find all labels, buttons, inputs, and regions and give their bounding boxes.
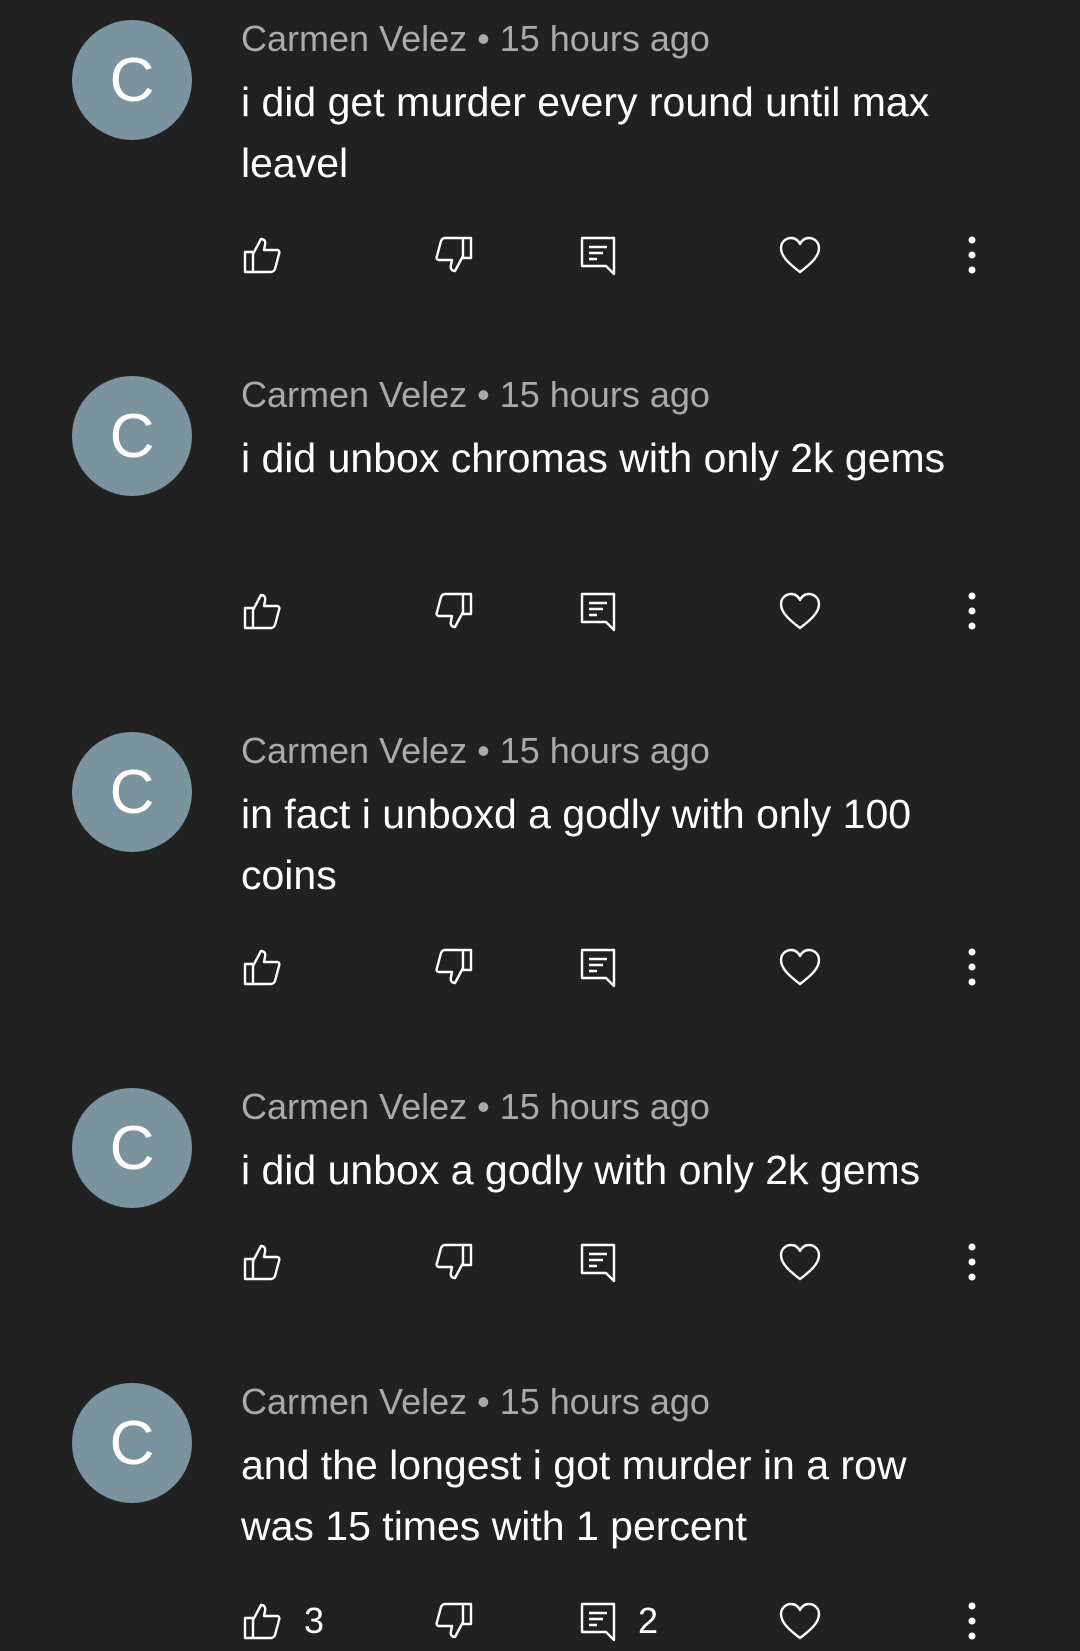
thumb-down-icon [435, 1243, 473, 1280]
comment-text: i did unbox a godly with only 2k gems [241, 1147, 921, 1193]
meta-separator: • [477, 374, 490, 415]
more-vertical-icon [968, 1243, 976, 1281]
meta-separator: • [477, 1086, 490, 1127]
thumb-up-icon [243, 593, 281, 630]
thumb-up-icon [243, 949, 281, 986]
comment-time: 15 hours ago [499, 1086, 710, 1127]
meta-separator: • [477, 1381, 490, 1422]
reply-comment-icon [580, 948, 616, 988]
thumb-down-icon [435, 236, 473, 273]
reply-button[interactable] [580, 937, 638, 997]
comment-actions: 3 2 [0, 1591, 1080, 1651]
heart-icon [779, 592, 821, 630]
heart-button[interactable] [778, 581, 822, 641]
reply-button[interactable] [580, 581, 638, 641]
heart-icon [779, 1243, 821, 1281]
thumb-down-icon [435, 1602, 473, 1639]
comment-actions [0, 225, 1080, 285]
heart-button[interactable] [778, 1232, 822, 1292]
avatar[interactable]: C [72, 1088, 192, 1208]
dislike-button[interactable] [434, 225, 474, 285]
more-options-button[interactable] [966, 581, 978, 641]
heart-button[interactable] [778, 937, 822, 997]
more-vertical-icon [968, 948, 976, 986]
reply-button[interactable]: 2 [580, 1591, 658, 1651]
reply-count: 2 [638, 1600, 659, 1641]
more-options-button[interactable] [966, 937, 978, 997]
thumb-up-icon [243, 1603, 281, 1640]
more-options-button[interactable] [966, 225, 978, 285]
meta-separator: • [477, 18, 490, 59]
heart-icon [779, 1602, 821, 1640]
author-name[interactable]: Carmen Velez [241, 374, 467, 415]
comment-meta: Carmen Velez • 15 hours ago [241, 1381, 710, 1423]
avatar[interactable]: C [72, 20, 192, 140]
author-name[interactable]: Carmen Velez [241, 730, 467, 771]
reply-comment-icon [580, 236, 616, 276]
like-button[interactable] [242, 937, 304, 997]
more-options-button[interactable] [966, 1232, 978, 1292]
comment-time: 15 hours ago [499, 374, 710, 415]
comment-meta: Carmen Velez • 15 hours ago [241, 730, 710, 772]
reply-button[interactable] [580, 1232, 638, 1292]
dislike-button[interactable] [434, 1591, 474, 1651]
comment-time: 15 hours ago [499, 730, 710, 771]
thumb-down-icon [435, 948, 473, 985]
reply-comment-icon [580, 1243, 616, 1283]
dislike-button[interactable] [434, 1232, 474, 1292]
comment-actions [0, 937, 1080, 997]
comment-meta: Carmen Velez • 15 hours ago [241, 18, 710, 60]
author-name[interactable]: Carmen Velez [241, 18, 467, 59]
like-button[interactable] [242, 581, 304, 641]
comment-time: 15 hours ago [499, 18, 710, 59]
author-name[interactable]: Carmen Velez [241, 1086, 467, 1127]
thumb-up-icon [243, 237, 281, 274]
thumb-up-icon [243, 1244, 281, 1281]
comment-meta: Carmen Velez • 15 hours ago [241, 1086, 710, 1128]
heart-icon [779, 236, 821, 274]
comment-text: and the longest i got murder in a row wa… [241, 1442, 907, 1549]
like-count: 3 [304, 1600, 325, 1641]
comment-actions [0, 581, 1080, 641]
reply-button[interactable] [580, 225, 638, 285]
comment-text: i did unbox chromas with only 2k gems [241, 435, 946, 481]
comment-text: i did get murder every round until max l… [241, 79, 930, 186]
more-vertical-icon [968, 236, 976, 274]
avatar[interactable]: C [72, 1383, 192, 1503]
more-vertical-icon [968, 592, 976, 630]
comment-meta: Carmen Velez • 15 hours ago [241, 374, 710, 416]
like-button[interactable] [242, 1232, 304, 1292]
reply-comment-icon [580, 592, 616, 632]
comment-time: 15 hours ago [499, 1381, 710, 1422]
heart-icon [779, 948, 821, 986]
thumb-down-icon [435, 592, 473, 629]
meta-separator: • [477, 730, 490, 771]
author-name[interactable]: Carmen Velez [241, 1381, 467, 1422]
comment-text: in fact i unboxd a godly with only 100 c… [241, 791, 912, 898]
heart-button[interactable] [778, 225, 822, 285]
heart-button[interactable] [778, 1591, 822, 1651]
avatar[interactable]: C [72, 732, 192, 852]
more-options-button[interactable] [966, 1591, 978, 1651]
like-button[interactable] [242, 225, 304, 285]
comment-actions [0, 1232, 1080, 1292]
reply-comment-icon [580, 1602, 616, 1642]
avatar[interactable]: C [72, 376, 192, 496]
more-vertical-icon [968, 1602, 976, 1640]
dislike-button[interactable] [434, 937, 474, 997]
dislike-button[interactable] [434, 581, 474, 641]
like-button[interactable]: 3 [242, 1591, 324, 1651]
